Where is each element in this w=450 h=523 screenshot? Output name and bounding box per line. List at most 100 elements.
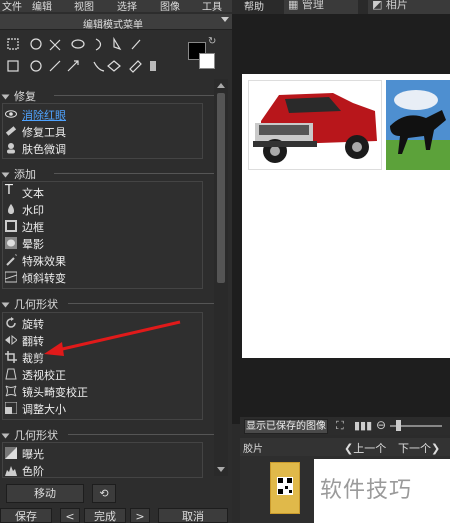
section-repair-header[interactable]: 修复 [1,88,215,104]
section-add-header[interactable]: 添加 [1,166,215,182]
photo-hummer[interactable] [248,80,382,170]
filmstrip-thumbnail[interactable] [270,462,300,514]
repair-tool-item[interactable]: 修复工具 [5,123,201,140]
item-label: 消除红眼 [22,109,66,122]
collapse-icon [1,433,10,439]
cancel-button[interactable]: 取消 [158,508,228,523]
menu-file[interactable]: 文件 [2,0,22,12]
rectangle-icon [7,60,19,72]
swap-colors-icon[interactable]: ↻ [208,36,216,47]
lens-distortion-item[interactable]: 镜头畸变校正 [5,383,201,400]
zoom-out-icon[interactable]: ⊖ [376,418,386,432]
text-icon: T [5,183,13,198]
vignette-item[interactable]: 晕影 [5,235,201,252]
item-label: 文本 [22,187,44,200]
item-label: 晕影 [22,238,44,251]
section-light: 曝光 色阶 [2,442,203,478]
tab-manage-label: 管理 [301,0,324,11]
next-photo-button[interactable]: 下一个❯ [398,440,440,456]
tab-photo[interactable]: ◩ 相片 [368,0,450,14]
move-button[interactable]: 移动 [6,484,84,503]
fit-screen-icon[interactable]: ⛶ [336,419,344,433]
item-label: 色阶 [22,465,44,478]
prev-photo-button[interactable]: ❮上一个 [344,440,386,456]
resize-item[interactable]: 调整大小 [4,400,201,417]
mode-menu-title: 编辑模式菜单 [83,20,143,31]
menu-select[interactable]: 选择 [117,0,137,12]
gradient-icon [150,61,156,71]
collapse-icon [1,302,10,308]
tilt-shift-item[interactable]: 倾斜转变 [4,269,201,286]
exposure-icon [5,447,17,459]
tool-palette [7,36,156,73]
eye-icon [5,108,17,120]
save-button[interactable]: 保存 [0,508,52,523]
skin-tone-item[interactable]: 肤色微调 [5,140,201,157]
annotation-arrow [44,320,181,356]
photo-horse[interactable] [386,80,450,170]
next-button[interactable]: > [130,508,150,523]
tab-manage[interactable]: ▦ 管理 [284,0,358,14]
reset-icon: ⟲ [99,487,109,500]
scroll-up-icon[interactable] [217,83,225,88]
item-label: 边框 [22,221,44,234]
histogram-icon[interactable]: ▮▮▮ [354,419,372,432]
lens-distortion-icon [5,385,17,397]
border-item[interactable]: 边框 [5,218,201,235]
reset-button[interactable]: ⟲ [92,484,116,503]
show-saved-image-button[interactable]: 显示已保存的图像 [244,419,328,434]
ellipse-icon [30,60,42,72]
item-label: 水印 [22,204,44,217]
curve-icon [93,61,105,72]
panel-scrollbar[interactable] [214,79,228,476]
menu-image[interactable]: 图像 [160,0,180,12]
chevron-right-icon: ❯ [431,442,441,455]
item-label: 肤色微调 [22,143,66,156]
lasso-icon [71,39,85,49]
scroll-down-icon[interactable] [217,467,225,472]
special-effects-item[interactable]: 特殊效果 [5,252,201,269]
menu-help[interactable]: 帮助 [244,0,264,13]
filmstrip-label: 胶片 [243,444,263,455]
histogram-icon [5,464,17,476]
prev-label: 上一个 [353,442,387,455]
divider [68,434,215,435]
bandage-icon [5,125,17,137]
person-icon [5,142,17,154]
section-title: 几何形状 [14,429,58,442]
watermark-item[interactable]: 水印 [5,201,201,218]
eyedropper-icon [131,39,141,50]
photo-tab-icon: ◩ [372,0,386,11]
divider [54,173,215,174]
watermark-icon [5,203,17,215]
menu-view[interactable]: 视图 [74,0,94,12]
mode-menu-dropdown[interactable]: 编辑模式菜单 [0,14,232,31]
next-label: 下一个 [398,442,431,455]
prev-button[interactable]: < [60,508,80,523]
text-item[interactable]: T 文本 [5,183,201,201]
rotate-icon [5,317,17,329]
horse-image [386,80,450,170]
levels-item[interactable]: 色阶 [5,462,201,478]
border-icon [5,220,17,232]
chevron-left-icon: ❮ [344,442,354,455]
item-label: 曝光 [22,448,44,461]
divider [54,95,215,96]
zoom-slider-thumb[interactable] [396,420,401,431]
magic-wand-icon [5,254,17,266]
section-geometry-header[interactable]: 几何形状 [1,296,215,312]
section-light-header[interactable]: 几何形状 [1,427,215,443]
scroll-thumb[interactable] [217,93,225,283]
exposure-item[interactable]: 曝光 [5,445,201,462]
grid-icon: ▦ [288,0,302,11]
chevron-down-icon [221,17,229,22]
filmstrip-bar: 胶片 ❮上一个 下一个❯ [240,438,450,456]
menu-tools[interactable]: 工具 [202,0,222,12]
item-label: 修复工具 [22,126,66,139]
menu-edit[interactable]: 编辑 [32,0,52,12]
perspective-item[interactable]: 透视校正 [5,366,201,383]
item-label: 倾斜转变 [22,272,66,285]
done-button[interactable]: 完成 [84,508,126,523]
background-color-swatch[interactable] [199,53,215,69]
red-eye-removal-item[interactable]: 消除红眼 [5,106,201,123]
